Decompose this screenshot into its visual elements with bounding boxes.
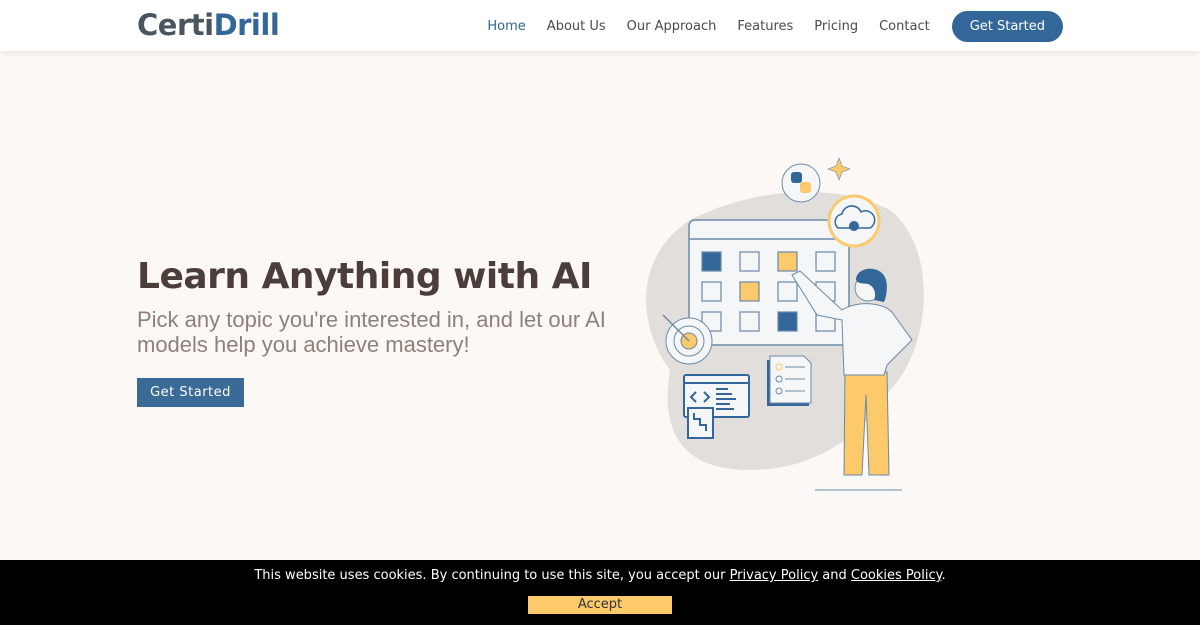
sparkle-icon — [827, 157, 851, 181]
cookie-text: This website uses cookies. By continuing… — [254, 568, 946, 583]
main-nav: Home About Us Our Approach Features Pric… — [487, 11, 1063, 42]
privacy-policy-link[interactable]: Privacy Policy — [730, 568, 819, 583]
cookies-policy-link[interactable]: Cookies Policy — [851, 568, 942, 583]
hero-subtitle: Pick any topic you're interested in, and… — [137, 307, 606, 357]
nav-home[interactable]: Home — [487, 19, 525, 34]
nav-contact[interactable]: Contact — [879, 19, 930, 34]
hero-illustration — [646, 157, 924, 491]
hero-title: Learn Anything with AI — [137, 256, 592, 297]
header: CertiDrill Home About Us Our Approach Fe… — [0, 0, 1200, 51]
nav-about-us[interactable]: About Us — [547, 19, 606, 34]
accept-cookies-button[interactable]: Accept — [528, 596, 672, 614]
nav-features[interactable]: Features — [737, 19, 793, 34]
cookie-banner: This website uses cookies. By continuing… — [0, 560, 1200, 625]
header-get-started-button[interactable]: Get Started — [951, 11, 1063, 42]
hero-get-started-button[interactable]: Get Started — [137, 378, 244, 407]
logo[interactable]: CertiDrill — [137, 8, 280, 42]
nav-our-approach[interactable]: Our Approach — [627, 19, 717, 34]
nav-pricing[interactable]: Pricing — [814, 19, 858, 34]
